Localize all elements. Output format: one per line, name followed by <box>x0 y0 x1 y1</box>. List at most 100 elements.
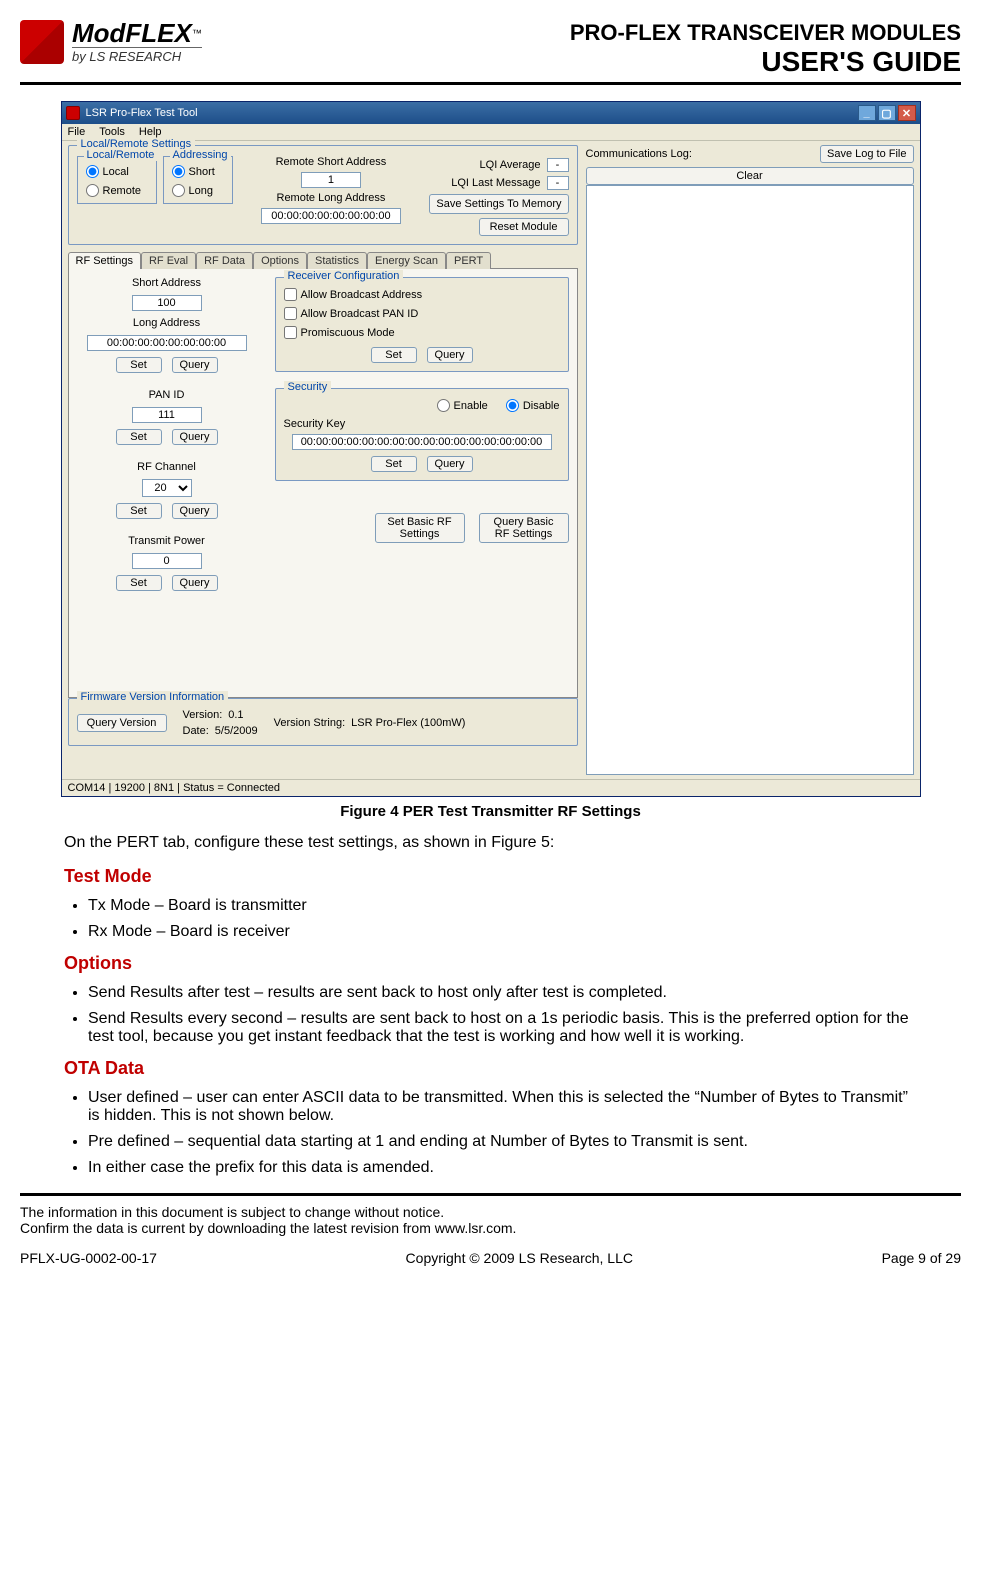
doc-title: PRO-FLEX TRANSCEIVER MODULES USER'S GUID… <box>570 20 961 78</box>
intro-paragraph: On the PERT tab, configure these test se… <box>64 834 917 852</box>
fw-date-value: 5/5/2009 <box>215 725 258 737</box>
security-disable[interactable]: Disable <box>506 399 560 412</box>
security-group: Security Enable Disable Security Key <box>275 388 569 481</box>
addr-set-button[interactable]: Set <box>116 357 162 373</box>
tab-rf-data[interactable]: RF Data <box>196 252 253 269</box>
statusbar: COM14 | 19200 | 8N1 | Status = Connected <box>62 779 920 796</box>
txpwr-set-button[interactable]: Set <box>116 575 162 591</box>
doc-title-line2: USER'S GUIDE <box>570 46 961 78</box>
addressing-group: Addressing Short Long <box>163 156 233 204</box>
radio-short[interactable]: Short <box>172 165 224 178</box>
list-item: Send Results every second – results are … <box>88 1010 917 1046</box>
figure-caption: Figure 4 PER Test Transmitter RF Setting… <box>20 803 961 820</box>
fw-vstring-label: Version String: <box>274 717 346 729</box>
footer-copyright: Copyright © 2009 LS Research, LLC <box>406 1250 633 1266</box>
titlebar: LSR Pro-Flex Test Tool _ ▢ ✕ <box>62 102 920 124</box>
long-addr-label: Long Address <box>133 317 200 329</box>
chk-promiscuous[interactable]: Promiscuous Mode <box>284 326 560 339</box>
logo-sub: by LS RESEARCH <box>72 47 202 64</box>
list-test-mode: Tx Mode – Board is transmitter Rx Mode –… <box>64 897 917 941</box>
short-addr-input[interactable] <box>132 295 202 311</box>
fw-vstring-value: LSR Pro-Flex (100mW) <box>351 717 465 729</box>
menu-file[interactable]: File <box>68 126 86 138</box>
recv-set-button[interactable]: Set <box>371 347 417 363</box>
sec-query-button[interactable]: Query <box>427 456 473 472</box>
heading-test-mode: Test Mode <box>64 866 917 887</box>
footer-page: Page 9 of 29 <box>882 1250 961 1266</box>
recv-query-button[interactable]: Query <box>427 347 473 363</box>
chk-allow-bcast-addr[interactable]: Allow Broadcast Address <box>284 288 560 301</box>
radio-long[interactable]: Long <box>172 184 224 197</box>
tab-panel-rf-settings: Short Address Long Address Set Query PAN… <box>68 268 578 698</box>
tx-power-label: Transmit Power <box>128 535 205 547</box>
remote-short-label: Remote Short Address <box>276 156 387 168</box>
rf-channel-label: RF Channel <box>137 461 196 473</box>
set-basic-rf-button[interactable]: Set Basic RF Settings <box>375 513 465 543</box>
list-item: In either case the prefix for this data … <box>88 1159 917 1177</box>
rf-channel-select[interactable]: 20 <box>142 479 192 497</box>
local-remote-settings-group: Local/Remote Settings Local/Remote Local… <box>68 145 578 245</box>
tab-energy-scan[interactable]: Energy Scan <box>367 252 446 269</box>
close-button[interactable]: ✕ <box>898 105 916 121</box>
tab-pert[interactable]: PERT <box>446 252 491 269</box>
list-item: User defined – user can enter ASCII data… <box>88 1089 917 1125</box>
fw-version-label: Version: <box>183 709 223 721</box>
tab-rf-settings[interactable]: RF Settings <box>68 252 141 269</box>
receiver-config-group: Receiver Configuration Allow Broadcast A… <box>275 277 569 372</box>
short-addr-label: Short Address <box>132 277 201 289</box>
doc-title-line1: PRO-FLEX TRANSCEIVER MODULES <box>570 20 961 46</box>
receiver-config-legend: Receiver Configuration <box>284 270 404 282</box>
pan-set-button[interactable]: Set <box>116 429 162 445</box>
list-options: Send Results after test – results are se… <box>64 984 917 1046</box>
list-item: Pre defined – sequential data starting a… <box>88 1133 917 1151</box>
pan-id-input[interactable] <box>132 407 202 423</box>
tab-statistics[interactable]: Statistics <box>307 252 367 269</box>
app-icon <box>66 106 80 120</box>
firmware-version-group: Firmware Version Information Query Versi… <box>68 698 578 746</box>
save-log-button[interactable]: Save Log to File <box>820 145 914 163</box>
remote-long-input[interactable] <box>261 208 401 224</box>
sec-set-button[interactable]: Set <box>371 456 417 472</box>
radio-local[interactable]: Local <box>86 165 148 178</box>
remote-short-input[interactable] <box>301 172 361 188</box>
footer-note-1: The information in this document is subj… <box>20 1204 961 1220</box>
heading-options: Options <box>64 953 917 974</box>
radio-remote[interactable]: Remote <box>86 184 148 197</box>
query-basic-rf-button[interactable]: Query Basic RF Settings <box>479 513 569 543</box>
security-key-input[interactable] <box>292 434 552 450</box>
clear-log-button[interactable]: Clear <box>586 167 914 185</box>
fw-version-value: 0.1 <box>228 709 243 721</box>
lqi-avg-value: - <box>547 158 569 172</box>
footer-note-2: Confirm the data is current by downloadi… <box>20 1220 961 1236</box>
save-settings-button[interactable]: Save Settings To Memory <box>429 194 568 214</box>
list-item: Tx Mode – Board is transmitter <box>88 897 917 915</box>
chan-set-button[interactable]: Set <box>116 503 162 519</box>
pan-query-button[interactable]: Query <box>172 429 218 445</box>
menu-tools[interactable]: Tools <box>99 126 125 138</box>
document-header: ModFLEX™ by LS RESEARCH PRO-FLEX TRANSCE… <box>20 20 961 85</box>
list-item: Rx Mode – Board is receiver <box>88 923 917 941</box>
maximize-button[interactable]: ▢ <box>878 105 896 121</box>
menu-help[interactable]: Help <box>139 126 162 138</box>
app-window: LSR Pro-Flex Test Tool _ ▢ ✕ File Tools … <box>61 101 921 797</box>
chan-query-button[interactable]: Query <box>172 503 218 519</box>
tab-options[interactable]: Options <box>253 252 307 269</box>
chk-allow-bcast-pan[interactable]: Allow Broadcast PAN ID <box>284 307 560 320</box>
long-addr-input[interactable] <box>87 335 247 351</box>
txpwr-query-button[interactable]: Query <box>172 575 218 591</box>
logo-tm: ™ <box>192 28 202 39</box>
comms-log-label: Communications Log: <box>586 148 692 160</box>
fw-date-label: Date: <box>183 725 209 737</box>
list-item: Send Results after test – results are se… <box>88 984 917 1002</box>
addr-query-button[interactable]: Query <box>172 357 218 373</box>
security-key-label: Security Key <box>284 418 346 430</box>
tab-rf-eval[interactable]: RF Eval <box>141 252 196 269</box>
comms-log-area[interactable] <box>586 185 914 775</box>
query-version-button[interactable]: Query Version <box>77 714 167 732</box>
list-ota: User defined – user can enter ASCII data… <box>64 1089 917 1177</box>
window-title: LSR Pro-Flex Test Tool <box>86 107 198 119</box>
security-enable[interactable]: Enable <box>437 399 488 412</box>
reset-module-button[interactable]: Reset Module <box>479 218 569 236</box>
minimize-button[interactable]: _ <box>858 105 876 121</box>
tx-power-input[interactable] <box>132 553 202 569</box>
